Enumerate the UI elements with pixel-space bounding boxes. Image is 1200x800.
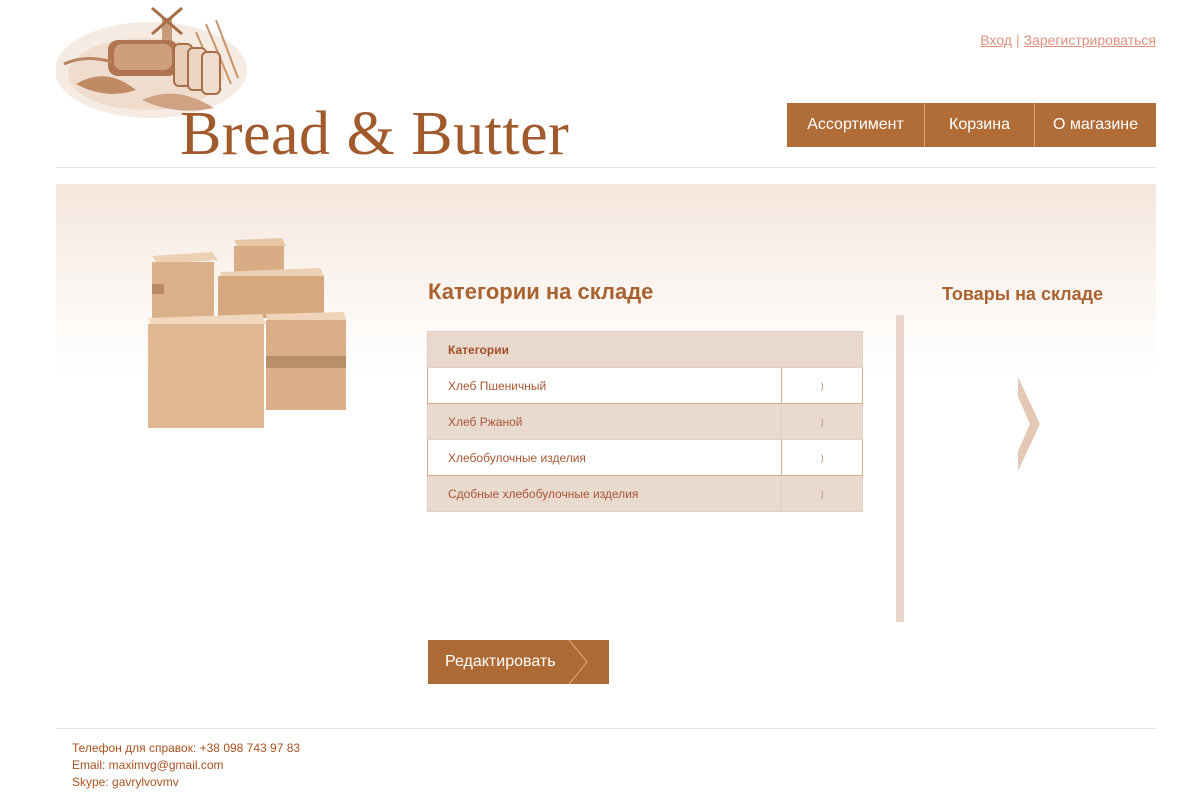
chevron-right-icon	[568, 640, 588, 684]
table-row[interactable]: Хлеб Пшеничный )	[426, 367, 863, 404]
row-arrow-icon[interactable]: )	[781, 367, 863, 404]
footer-contacts: Телефон для справок: +38 098 743 97 83 E…	[72, 740, 300, 791]
footer-phone: Телефон для справок: +38 098 743 97 83	[72, 741, 301, 755]
categories-table: Категории Хлеб Пшеничный ) Хлеб Ржаной )…	[426, 331, 863, 512]
categories-section-title: Категории на складе	[428, 279, 654, 304]
footer-email: Email: maximvg@gmail.com	[72, 758, 224, 772]
table-row[interactable]: Сдобные хлебобулочные изделия )	[426, 475, 863, 512]
row-arrow-icon[interactable]: )	[781, 439, 863, 476]
category-name[interactable]: Хлеб Пшеничный	[426, 367, 783, 404]
footer-divider	[56, 728, 1156, 729]
vertical-divider	[896, 315, 904, 622]
products-section-title: Товары на складе	[942, 284, 1104, 304]
category-name[interactable]: Хлебобулочные изделия	[426, 439, 783, 476]
table-row[interactable]: Хлеб Ржаной )	[426, 403, 863, 440]
chevron-right-icon[interactable]	[1018, 377, 1040, 471]
nav-cart[interactable]: Корзина	[924, 103, 1034, 147]
category-name[interactable]: Сдобные хлебобулочные изделия	[426, 475, 783, 512]
row-arrow-icon[interactable]: )	[781, 403, 863, 440]
nav-assortment[interactable]: Ассортимент	[787, 103, 924, 147]
auth-separator: |	[1015, 32, 1020, 48]
edit-button[interactable]: Редактировать	[428, 640, 609, 684]
edit-button-label: Редактировать	[445, 653, 556, 670]
footer-skype: Skype: gavrylvovmv	[72, 775, 179, 789]
cardboard-boxes-image	[142, 232, 352, 432]
auth-links: Вход | Зарегистрироваться	[980, 32, 1156, 48]
login-link[interactable]: Вход	[980, 32, 1012, 48]
main-navigation: Ассортимент Корзина О магазине	[787, 103, 1156, 147]
nav-about[interactable]: О магазине	[1034, 103, 1156, 147]
row-arrow-icon[interactable]: )	[781, 475, 863, 512]
table-header-row: Категории	[427, 331, 863, 368]
categories-column-header: Категории	[427, 331, 863, 368]
register-link[interactable]: Зарегистрироваться	[1024, 32, 1156, 48]
table-row[interactable]: Хлебобулочные изделия )	[426, 439, 863, 476]
header-divider	[56, 167, 1156, 168]
category-name[interactable]: Хлеб Ржаной	[426, 403, 783, 440]
site-logo-title[interactable]: Bread & Butter	[180, 98, 569, 170]
